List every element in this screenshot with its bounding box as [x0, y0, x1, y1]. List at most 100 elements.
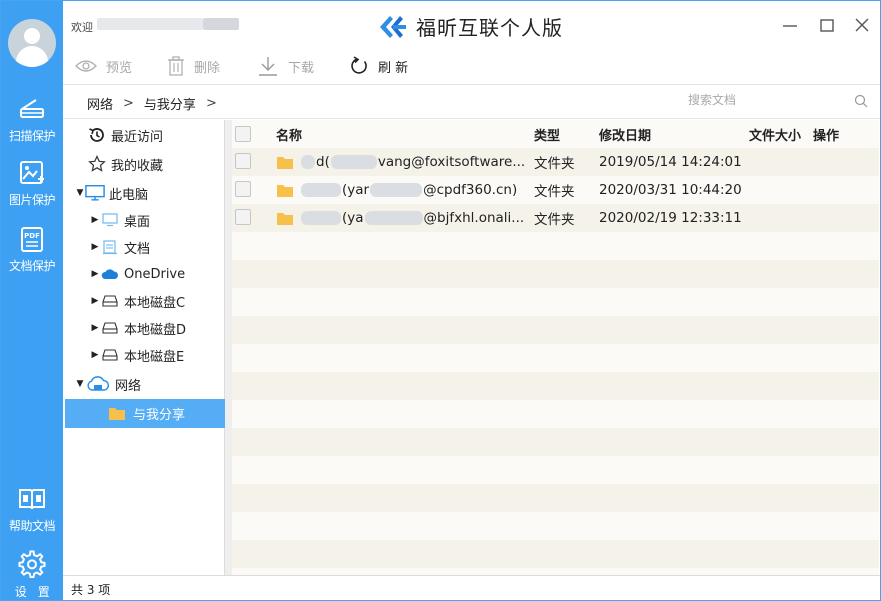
username-redacted-part [203, 18, 239, 30]
file-name-cell[interactable]: (ya @bjfxhl.onali... [276, 210, 524, 226]
breadcrumb-separator[interactable]: > [206, 96, 217, 111]
table-row[interactable]: (yar @cpdf360.cn) 文件夹 2020/03/31 10:44:2… [232, 176, 879, 204]
username-redacted [97, 18, 203, 30]
tree-item-disk-d[interactable]: ▶ 本地磁盘D [65, 315, 225, 341]
collapsed-caret-icon[interactable]: ▶ [90, 215, 100, 225]
empty-row [232, 232, 879, 260]
tree-item-disk-e[interactable]: ▶ 本地磁盘E [65, 342, 225, 368]
delete-button[interactable]: 删除 [167, 53, 220, 79]
tree-item-desktop[interactable]: ▶ 桌面 [65, 207, 225, 233]
welcome-text: 欢迎 [71, 21, 93, 34]
breadcrumb-network[interactable]: 网络 [87, 94, 113, 113]
column-header-action: 操作 [813, 128, 840, 144]
breadcrumb-shared[interactable]: 与我分享 [144, 94, 196, 113]
rail-item-help[interactable]: 帮助文档 [1, 485, 63, 534]
tree-label-disk-e: 本地磁盘E [124, 349, 185, 365]
rail-item-scan-protect[interactable]: 扫描保护 [1, 95, 63, 144]
search-input[interactable] [688, 93, 838, 107]
rail-label-doc: 文档保护 [8, 259, 56, 273]
rail-label-scan: 扫描保护 [8, 129, 56, 143]
select-all-checkbox[interactable] [235, 126, 251, 142]
computer-icon [85, 185, 105, 201]
file-name-suffix: vang@foxitsoftware... [377, 154, 526, 170]
redacted-text [301, 211, 341, 225]
tree-label-this-pc: 此电脑 [109, 187, 149, 203]
breadcrumb: 网络 > 与我分享 > [87, 94, 227, 113]
tree-item-this-pc[interactable]: ▼ 此电脑 [65, 180, 225, 206]
trash-icon [168, 56, 184, 76]
empty-row [232, 288, 879, 316]
collapsed-caret-icon[interactable]: ▶ [90, 296, 100, 306]
onedrive-cloud-icon [101, 269, 118, 279]
collapsed-caret-icon[interactable]: ▶ [90, 323, 100, 333]
breadcrumb-separator: > [123, 96, 134, 111]
desktop-icon [102, 213, 118, 227]
download-button[interactable]: 下载 [257, 53, 314, 79]
empty-row [232, 400, 879, 428]
empty-row [232, 512, 879, 540]
left-rail: 扫描保护 图片保护 PDF 文档保护 帮助文档 设 置 [1, 1, 63, 600]
tree-item-recent[interactable]: 最近访问 [65, 122, 225, 148]
refresh-label: 刷 新 [378, 60, 409, 76]
search-icon[interactable] [854, 94, 868, 108]
file-name-suffix: @bjfxhl.onali... [423, 210, 525, 226]
rail-item-image-protect[interactable]: 图片保护 [1, 159, 63, 208]
avatar[interactable] [8, 19, 56, 67]
tree-item-network[interactable]: ▼ 网络 [65, 371, 225, 397]
column-header-modified[interactable]: 修改日期 [599, 125, 651, 144]
star-icon [88, 155, 106, 172]
search-box [688, 93, 868, 111]
rail-item-doc-protect[interactable]: PDF 文档保护 [1, 225, 63, 274]
tree-label-shared: 与我分享 [133, 408, 186, 423]
download-icon [259, 57, 277, 76]
redacted-text [301, 155, 315, 169]
foxit-logo-icon [380, 15, 406, 38]
maximize-button[interactable] [815, 13, 839, 37]
table-row[interactable]: d( vang@foxitsoftware... 文件夹 2019/05/14 … [232, 148, 879, 176]
documents-icon [103, 240, 117, 255]
tree-splitter[interactable] [225, 120, 232, 575]
maximize-icon [820, 19, 834, 32]
column-header-name[interactable]: 名称 [276, 125, 302, 144]
empty-row [232, 260, 879, 288]
rail-item-settings[interactable]: 设 置 [1, 549, 63, 600]
column-header-size[interactable]: 文件大小 [749, 125, 801, 144]
file-table: 名称 类型 修改日期 文件大小 操作 d( vang@foxitsoftware… [232, 120, 879, 575]
file-modified-cell: 2020/02/19 12:33:11 [599, 210, 742, 226]
tree-item-onedrive[interactable]: ▶ OneDrive [65, 261, 225, 287]
close-button[interactable] [850, 13, 874, 37]
tree-item-favorites[interactable]: 我的收藏 [65, 151, 225, 177]
row-checkbox[interactable] [235, 153, 251, 169]
file-modified-cell: 2019/05/14 14:24:01 [599, 154, 742, 170]
column-header-type[interactable]: 类型 [534, 125, 560, 144]
expanded-caret-icon[interactable]: ▼ [75, 379, 85, 389]
preview-button[interactable]: 预览 [75, 53, 132, 79]
svg-text:PDF: PDF [24, 232, 40, 240]
collapsed-caret-icon[interactable]: ▶ [90, 269, 100, 279]
cloud-network-icon [87, 376, 110, 391]
folder-icon [109, 408, 125, 420]
clock-history-icon [89, 128, 104, 142]
file-name-cell[interactable]: d( vang@foxitsoftware... [276, 154, 525, 170]
pdf-icon: PDF [21, 227, 43, 252]
gear-icon [18, 550, 46, 578]
refresh-button[interactable]: 刷 新 [349, 53, 408, 79]
tree-item-shared-with-me[interactable]: 与我分享 [65, 399, 225, 428]
minimize-icon [783, 25, 797, 27]
redacted-text [301, 183, 341, 197]
collapsed-caret-icon[interactable]: ▶ [90, 350, 100, 360]
rail-label-help: 帮助文档 [8, 519, 56, 533]
tree-item-disk-c[interactable]: ▶ 本地磁盘C [65, 288, 225, 314]
eye-icon [75, 60, 97, 72]
minimize-button[interactable] [778, 13, 802, 37]
file-name-cell[interactable]: (yar @cpdf360.cn) [276, 182, 517, 198]
table-header: 名称 类型 修改日期 文件大小 操作 [232, 120, 879, 148]
file-type-cell: 文件夹 [534, 184, 575, 200]
file-name-suffix: @cpdf360.cn) [423, 182, 518, 198]
collapsed-caret-icon[interactable]: ▶ [90, 242, 100, 252]
tree-item-documents[interactable]: ▶ 文档 [65, 234, 225, 260]
expanded-caret-icon[interactable]: ▼ [75, 188, 85, 198]
row-checkbox[interactable] [235, 181, 251, 197]
row-checkbox[interactable] [235, 209, 251, 225]
table-row[interactable]: (ya @bjfxhl.onali... 文件夹 2020/02/19 12:3… [232, 204, 879, 232]
